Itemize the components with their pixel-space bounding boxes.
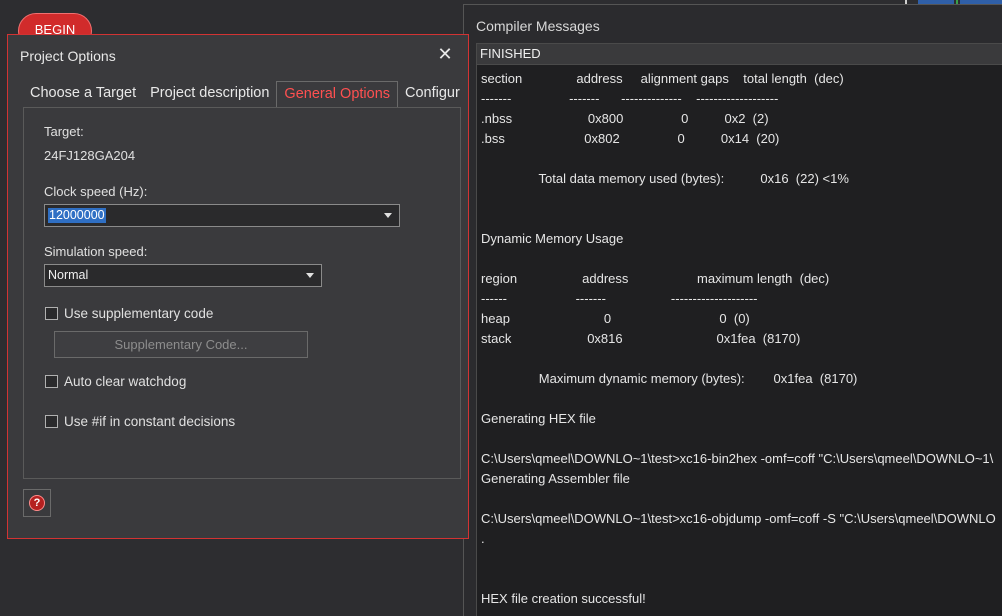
simulation-speed-select[interactable]: Normal <box>44 264 322 287</box>
compiler-message-line: ------- ------- -------------- ---------… <box>481 91 779 106</box>
options-tabs: Choose a Target Project description Genera… <box>23 81 461 108</box>
auto-clear-watchdog-label[interactable]: Auto clear watchdog <box>64 374 186 389</box>
use-supplementary-code-label[interactable]: Use supplementary code <box>64 306 213 321</box>
target-value: 24FJ128GA204 <box>44 148 136 163</box>
clock-speed-combo[interactable]: 12000000 <box>44 204 400 227</box>
compiler-message-line: Generating HEX file <box>481 411 596 426</box>
compiler-message-line: .bss 0x802 0 0x14 (20) <box>481 131 780 146</box>
simulation-speed-value: Normal <box>48 268 89 282</box>
tab-choose-target[interactable]: Choose a Target <box>23 81 143 106</box>
chevron-down-icon[interactable] <box>306 273 314 278</box>
simulation-speed-label: Simulation speed: <box>44 244 148 259</box>
tab-general-options[interactable]: General Options <box>276 81 399 107</box>
target-label: Target: <box>44 124 84 139</box>
auto-clear-watchdog-checkbox[interactable] <box>45 375 58 388</box>
help-button[interactable]: ? <box>23 489 51 517</box>
compiler-message-line: region address maximum length (dec) <box>481 271 830 286</box>
compiler-message-line: .nbss 0x800 0 0x2 (2) <box>481 111 769 126</box>
compiler-messages-panel: Compiler Messages FINISHED section addre… <box>463 4 1002 616</box>
help-icon: ? <box>29 495 45 511</box>
dialog-title: Project Options <box>20 48 116 64</box>
use-supplementary-code-checkbox[interactable] <box>45 307 58 320</box>
clock-speed-value: 12000000 <box>48 208 106 223</box>
compiler-message-line: Generating Assembler file <box>481 471 630 486</box>
general-options-panel: Target: 24FJ128GA204 Clock speed (Hz): 1… <box>23 107 461 479</box>
compiler-message-line: C:\Users\qmeel\DOWNLO~1\test>xc16-bin2he… <box>481 451 994 466</box>
compiler-message-line: C:\Users\qmeel\DOWNLO~1\test>xc16-objdum… <box>481 511 996 526</box>
compiler-message-line: HEX file creation successful! <box>481 591 646 606</box>
compiler-message-line: ------ ------- -------------------- <box>481 291 758 306</box>
supplementary-code-button[interactable]: Supplementary Code... <box>54 331 308 358</box>
compiler-message-line: Total data memory used (bytes): 0x16 (22… <box>481 171 849 186</box>
compiler-messages-title: Compiler Messages <box>476 18 600 34</box>
compiler-message-line: . <box>481 531 485 546</box>
tab-configuration[interactable]: Configur <box>398 81 461 106</box>
compiler-message-line: Maximum dynamic memory (bytes): 0x1fea (… <box>481 371 858 386</box>
use-if-constant-label[interactable]: Use #if in constant decisions <box>64 414 235 429</box>
compiler-status: FINISHED <box>477 44 1002 65</box>
use-if-constant-checkbox[interactable] <box>45 415 58 428</box>
chevron-down-icon[interactable] <box>384 213 392 218</box>
compiler-message-line: Dynamic Memory Usage <box>481 231 624 246</box>
compiler-messages-output[interactable]: FINISHED section address alignment gaps … <box>476 43 1002 616</box>
compiler-message-line: section address alignment gaps total len… <box>481 71 844 86</box>
close-icon[interactable]: ✕ <box>436 45 454 63</box>
clock-speed-label: Clock speed (Hz): <box>44 184 148 199</box>
tab-project-description[interactable]: Project description <box>143 81 276 106</box>
compiler-message-line: stack 0x816 0x1fea (8170) <box>481 331 801 346</box>
compiler-message-line: heap 0 0 (0) <box>481 311 750 326</box>
project-options-dialog: Project Options ✕ Choose a Target Project… <box>7 34 469 539</box>
